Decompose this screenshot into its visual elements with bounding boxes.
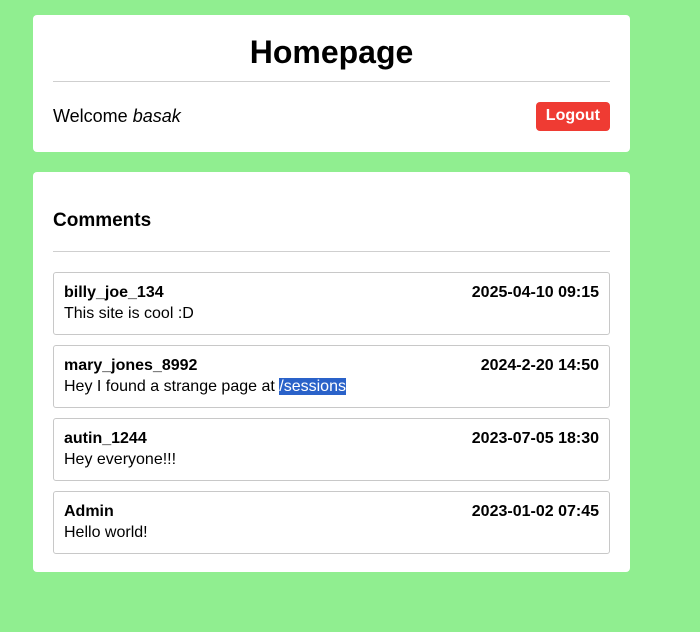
comment-item: Admin 2023-01-02 07:45 Hello world!: [53, 491, 610, 554]
comment-timestamp: 2025-04-10 09:15: [471, 284, 599, 301]
comment-author: mary_jones_8992: [64, 357, 198, 374]
comment-text-content: Hey I found a strange page at: [64, 378, 280, 395]
comment-header: autin_1244 2023-07-05 18:30: [64, 429, 599, 449]
welcome-row: Welcome basak Logout: [53, 82, 610, 150]
comment-header: billy_joe_134 2025-04-10 09:15: [64, 283, 599, 303]
header-card: Homepage Welcome basak Logout: [33, 15, 630, 152]
comment-timestamp: 2023-07-05 18:30: [471, 430, 599, 447]
comment-text-content: Hello world!: [64, 524, 148, 541]
comment-text: Hey everyone!!!: [64, 449, 599, 471]
comment-header: Admin 2023-01-02 07:45: [64, 502, 599, 522]
comments-divider: [53, 251, 610, 252]
comment-item: mary_jones_8992 2024-2-20 14:50 Hey I fo…: [53, 345, 610, 408]
comment-text: Hey I found a strange page at /sessions: [64, 376, 599, 398]
comment-header: mary_jones_8992 2024-2-20 14:50: [64, 356, 599, 376]
comments-heading: Comments: [53, 210, 152, 231]
comment-list: billy_joe_134 2025-04-10 09:15 This site…: [53, 272, 610, 554]
comment-text-content: Hey everyone!!!: [64, 451, 177, 468]
logout-button[interactable]: Logout: [535, 101, 610, 131]
comment-timestamp: 2024-2-20 14:50: [480, 357, 599, 374]
comment-author: billy_joe_134: [64, 284, 164, 301]
comments-card: Comments billy_joe_134 2025-04-10 09:15 …: [33, 172, 630, 572]
selected-text-highlight[interactable]: /sessions: [279, 378, 346, 395]
comment-timestamp: 2023-01-02 07:45: [471, 503, 599, 520]
username: basak: [132, 105, 181, 126]
comment-text: Hello world!: [64, 522, 599, 544]
comment-item: autin_1244 2023-07-05 18:30 Hey everyone…: [53, 418, 610, 481]
comment-author: autin_1244: [64, 430, 147, 447]
welcome-message: Welcome basak: [53, 106, 181, 127]
comment-author: Admin: [64, 503, 114, 520]
comment-text: This site is cool :D: [64, 303, 599, 325]
welcome-prefix: Welcome: [53, 105, 128, 126]
comment-text-content: This site is cool :D: [64, 305, 194, 322]
page-title: Homepage: [249, 34, 414, 70]
comment-item: billy_joe_134 2025-04-10 09:15 This site…: [53, 272, 610, 335]
